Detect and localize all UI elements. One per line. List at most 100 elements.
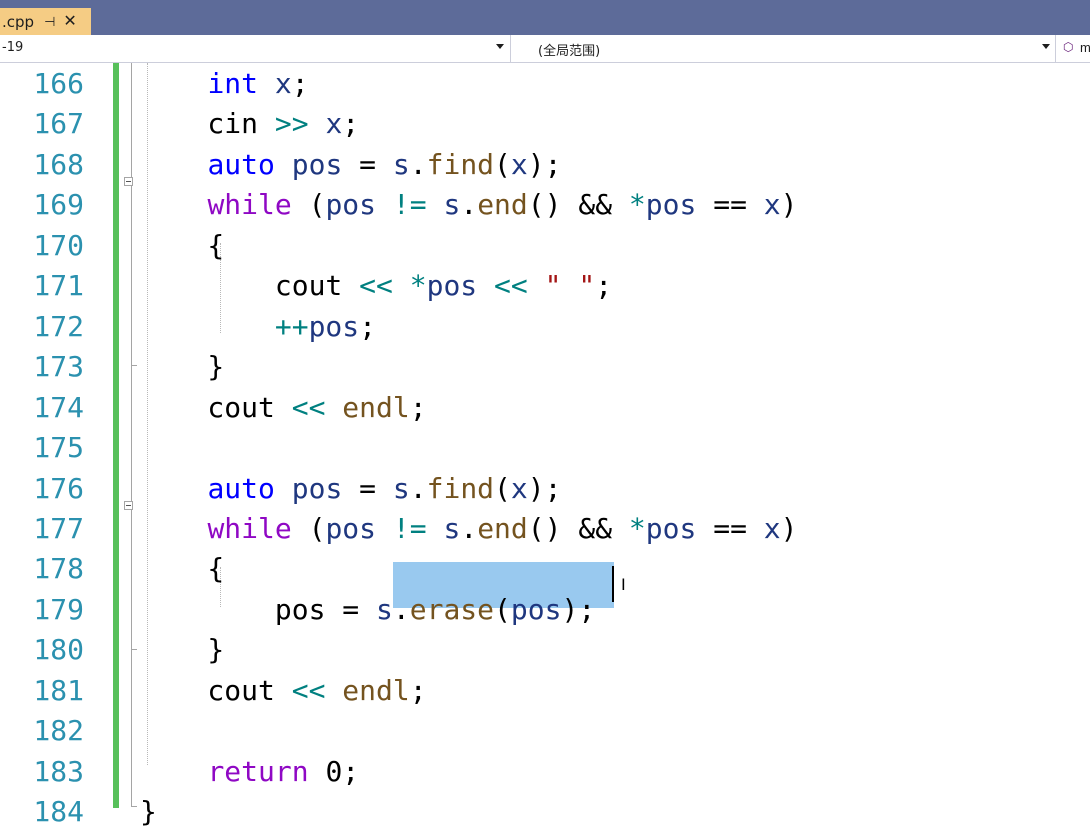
code-text: return 0; xyxy=(140,752,359,792)
code-line[interactable]: 168 auto pos = s.find(x); xyxy=(0,145,1090,185)
code-line[interactable]: 178 { xyxy=(0,549,1090,589)
code-token: pos xyxy=(291,147,343,181)
code-token: ; xyxy=(578,592,596,626)
line-number: 181 xyxy=(33,673,84,707)
code-token: endl xyxy=(342,673,410,707)
code-line[interactable]: 183 return 0; xyxy=(0,752,1090,792)
code-token: ) xyxy=(780,188,798,222)
code-text: while (pos != s.end() && *pos == x) xyxy=(140,185,798,225)
code-token: ; xyxy=(291,67,309,100)
code-token: cout xyxy=(140,269,360,303)
member-dropdown-value[interactable]: m xyxy=(1080,40,1090,55)
chevron-down-icon[interactable] xyxy=(496,44,504,49)
code-token: cout xyxy=(140,673,292,707)
code-token: pos xyxy=(325,188,377,222)
code-token: pos xyxy=(308,309,360,343)
code-token: 0; xyxy=(308,754,360,788)
code-token: != xyxy=(392,188,427,222)
code-token: = xyxy=(342,471,393,505)
code-text: pos = s.erase(pos); xyxy=(140,590,595,630)
code-token: ) xyxy=(780,511,798,545)
code-token: << xyxy=(494,269,528,303)
code-line[interactable]: 184} xyxy=(0,792,1090,832)
code-token: ( xyxy=(291,188,326,222)
code-token: * xyxy=(409,269,427,303)
line-number: 178 xyxy=(33,552,84,586)
code-token: s xyxy=(392,147,410,181)
code-line[interactable]: 175 xyxy=(0,428,1090,468)
code-text: } xyxy=(140,347,224,387)
code-line[interactable]: 181 cout << endl; xyxy=(0,671,1090,711)
code-line[interactable]: 170 { xyxy=(0,226,1090,266)
code-text: cin >> x; xyxy=(140,104,359,144)
code-token: pos xyxy=(274,592,326,626)
code-editor[interactable]: 166 int x; 167 cin >> x; 168 auto pos = s.… xyxy=(0,63,1090,838)
scope-dropdown-value[interactable]: (全局范围) xyxy=(538,40,600,59)
code-token: >> xyxy=(274,107,309,141)
chevron-down-icon[interactable] xyxy=(1042,44,1050,49)
navbar-divider xyxy=(1055,35,1056,63)
code-line[interactable]: 179 pos = s.erase(pos); xyxy=(0,590,1090,630)
code-line[interactable]: 169 while (pos != s.end() && *pos == x) xyxy=(0,185,1090,225)
code-token: << xyxy=(291,673,326,707)
code-text: while (pos != s.end() && *pos == x) xyxy=(140,509,798,549)
code-token: ); xyxy=(527,471,562,505)
code-token: x xyxy=(510,147,528,181)
close-icon[interactable]: ✕ xyxy=(63,13,76,30)
line-number: 168 xyxy=(33,147,84,181)
code-token: " " xyxy=(544,269,596,303)
code-token: * xyxy=(628,188,646,222)
code-token: ); xyxy=(527,147,562,181)
code-token: } xyxy=(140,633,225,667)
code-token: x xyxy=(763,511,781,545)
code-text: cout << endl; xyxy=(140,671,427,711)
line-number: 171 xyxy=(33,269,84,303)
code-line[interactable]: 176 auto pos = s.find(x); xyxy=(0,469,1090,509)
code-token: pos xyxy=(291,471,343,505)
code-token: find xyxy=(426,147,495,181)
line-number: 175 xyxy=(33,431,84,465)
line-number: 177 xyxy=(33,511,84,545)
code-line[interactable]: 171 cout << *pos << " "; xyxy=(0,266,1090,306)
code-line[interactable]: 167 cin >> x; xyxy=(0,104,1090,144)
code-token: = xyxy=(325,592,377,626)
code-token: == xyxy=(696,511,764,545)
code-text: auto pos = s.find(x); xyxy=(140,145,561,185)
code-text: } xyxy=(140,630,224,670)
code-line[interactable]: 173 } xyxy=(0,347,1090,387)
code-token: * xyxy=(628,511,646,545)
code-token: () && xyxy=(527,188,629,222)
code-line[interactable]: 180 } xyxy=(0,630,1090,670)
code-token: . xyxy=(409,471,427,505)
pin-icon[interactable]: ⊣ xyxy=(44,14,55,30)
code-token: end xyxy=(477,188,528,222)
code-line[interactable]: 182 xyxy=(0,711,1090,751)
code-token: s xyxy=(392,471,410,505)
code-line[interactable]: 172 ++pos; xyxy=(0,307,1090,347)
text-caret xyxy=(612,566,614,602)
code-text: cout << *pos << " "; xyxy=(140,266,612,306)
code-line[interactable]: 174 cout << endl; xyxy=(0,388,1090,428)
code-line[interactable]: 166 int x; xyxy=(0,64,1090,104)
code-line[interactable]: 177 while (pos != s.end() && *pos == x) xyxy=(0,509,1090,549)
navigation-bar: -19 (全局范围) ⬡ m xyxy=(0,35,1090,63)
member-cube-icon: ⬡ xyxy=(1063,40,1074,54)
code-token: . xyxy=(392,592,410,626)
code-token: ++ xyxy=(274,309,309,343)
project-dropdown-value[interactable]: -19 xyxy=(2,40,23,55)
tab-active-file[interactable]: .cpp ⊣ ✕ xyxy=(0,8,91,35)
code-token: ; xyxy=(342,107,360,141)
line-number: 170 xyxy=(33,228,84,262)
code-token: ; xyxy=(409,673,427,707)
